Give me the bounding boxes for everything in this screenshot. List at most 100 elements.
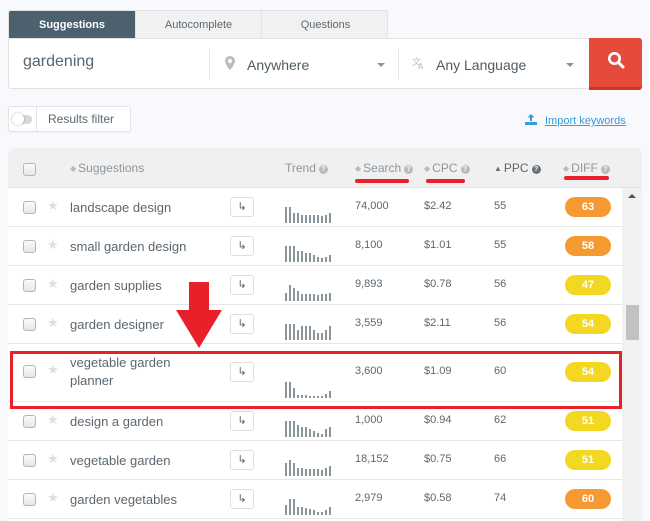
keyword-text[interactable]: garden supplies [70,277,190,295]
table-row: ★ small garden design ↳ 8,100 $1.01 55 5… [8,227,622,266]
expand-keyword-button[interactable]: ↳ [230,314,254,334]
map-pin-icon [223,56,237,73]
star-icon[interactable]: ★ [47,315,59,331]
search-bar: gardening Anywhere 文A Any Language [8,38,642,90]
help-icon[interactable]: ? [404,165,414,174]
star-icon[interactable]: ★ [47,451,59,467]
scroll-up-icon[interactable] [628,194,636,198]
help-icon[interactable]: ? [600,165,610,174]
trend-bar [321,470,323,476]
keyword-text[interactable]: garden designer [70,316,190,334]
annotation-underline-cpc [426,179,465,183]
language-select[interactable]: 文A Any Language [412,39,588,90]
results-filter-button[interactable]: Results filter [8,106,131,132]
scrollbar-thumb[interactable] [626,305,639,340]
trend-bar [325,429,327,437]
row-checkbox[interactable] [23,365,36,378]
trend-bar [297,507,299,515]
trend-bar [329,213,331,223]
star-icon[interactable]: ★ [47,362,59,378]
row-checkbox[interactable] [23,493,36,506]
expand-keyword-button[interactable]: ↳ [230,489,254,509]
help-icon[interactable]: ? [460,165,470,174]
trend-bar [293,499,295,515]
keyword-text[interactable]: design a garden [70,413,190,431]
trend-bar [321,396,323,398]
help-icon[interactable]: ? [531,165,541,174]
keyword-input[interactable]: gardening [23,53,94,71]
trend-bar [329,255,331,262]
keyword-text[interactable]: small garden design [70,238,190,256]
search-button[interactable] [589,38,642,90]
keyword-text[interactable]: vegetable garden [70,452,190,470]
scrollbar[interactable] [622,188,642,521]
trend-bar [321,434,323,437]
tab-autocomplete[interactable]: Autocomplete [136,11,262,38]
trend-bar [325,394,327,398]
trend-bar [321,333,323,340]
star-icon[interactable]: ★ [47,490,59,506]
col-suggestions[interactable]: ◆ Suggestions [70,161,144,175]
trend-bar [317,469,319,476]
difficulty-badge: 54 [565,314,611,334]
trend-bar [313,330,315,340]
sort-asc-icon: ▲ [494,164,502,173]
keyword-text[interactable]: landscape design [70,199,190,217]
trend-bar [301,251,303,262]
sort-icon: ◆ [355,164,362,173]
trend-bar [297,213,299,223]
col-ppc[interactable]: ▲ PPC? [494,161,541,175]
filter-toggle[interactable] [9,107,37,131]
import-keywords-link[interactable]: Import keywords [525,112,626,130]
star-icon[interactable]: ★ [47,237,59,253]
trend-bar [317,396,319,398]
row-checkbox[interactable] [23,201,36,214]
trend-bar [297,251,299,262]
divider [209,49,210,79]
row-checkbox[interactable] [23,240,36,253]
expand-keyword-button[interactable]: ↳ [230,411,254,431]
expand-keyword-button[interactable]: ↳ [230,362,254,382]
svg-text:A: A [418,62,424,70]
trend-bar [321,216,323,223]
trend-bar [313,215,315,223]
row-checkbox[interactable] [23,279,36,292]
trend-bar [305,326,307,340]
trend-bar [297,468,299,476]
trend-bar [297,291,299,301]
expand-keyword-button[interactable]: ↳ [230,450,254,470]
star-icon[interactable]: ★ [47,198,59,214]
trend-sparkline [285,458,335,476]
trend-bar [321,512,323,515]
keyword-text[interactable]: garden vegetables [70,491,190,509]
expand-keyword-button[interactable]: ↳ [230,236,254,256]
table-row: ★ landscape design ↳ 74,000 $2.42 55 63 [8,188,622,227]
help-icon[interactable]: ? [318,165,328,174]
expand-keyword-button[interactable]: ↳ [230,275,254,295]
star-icon[interactable]: ★ [47,412,59,428]
trend-sparkline [285,497,335,515]
tab-questions[interactable]: Questions [262,11,387,38]
location-select[interactable]: Anywhere [223,39,399,90]
tab-suggestions[interactable]: Suggestions [9,11,136,38]
trend-bar [325,468,327,476]
col-cpc[interactable]: ◆ CPC? [424,161,470,175]
trend-bar [285,505,287,515]
select-all-checkbox[interactable] [23,163,36,176]
trend-bar [285,207,287,223]
row-checkbox[interactable] [23,318,36,331]
expand-keyword-button[interactable]: ↳ [230,197,254,217]
search-icon [607,51,625,74]
ppc-value: 74 [494,492,507,504]
table-row: ★ vegetable garden ↳ 18,152 $0.75 66 51 [8,441,622,480]
col-diff[interactable]: ◆ DIFF? [563,161,610,175]
search-volume: 2,979 [355,492,383,504]
star-icon[interactable]: ★ [47,276,59,292]
row-checkbox[interactable] [23,415,36,428]
ppc-value: 55 [494,239,507,251]
col-search[interactable]: ◆ Search? [355,161,414,175]
divider [398,49,399,79]
row-checkbox[interactable] [23,454,36,467]
trend-bar [305,395,307,398]
keyword-text[interactable]: vegetable garden planner [70,354,190,390]
